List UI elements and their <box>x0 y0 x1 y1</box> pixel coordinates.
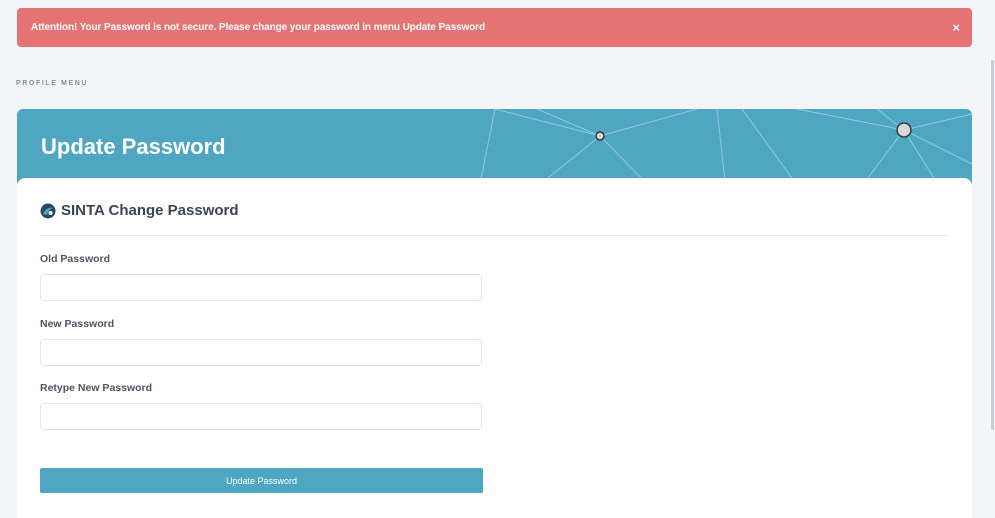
old-password-label: Old Password <box>40 253 111 265</box>
retype-password-field[interactable] <box>40 403 482 430</box>
new-password-field[interactable] <box>40 339 482 366</box>
change-password-card: SINTA Change Password Old Password New P… <box>17 178 972 518</box>
password-alert: Attention! Your Password is not secure. … <box>17 8 972 47</box>
divider <box>40 235 948 236</box>
close-icon[interactable]: × <box>952 20 960 35</box>
alert-message: Attention! Your Password is not secure. … <box>31 22 485 33</box>
page-title: Update Password <box>41 134 226 159</box>
new-password-label: New Password <box>40 318 115 330</box>
retype-password-label: Retype New Password <box>40 382 153 394</box>
old-password-field[interactable] <box>40 274 482 301</box>
section-label: PROFILE MENU <box>16 80 89 87</box>
sinta-logo-icon <box>40 203 56 218</box>
scrollbar[interactable] <box>991 60 994 430</box>
update-password-button[interactable]: Update Password <box>40 468 483 493</box>
card-title: SINTA Change Password <box>61 202 239 219</box>
card-header: SINTA Change Password <box>40 202 239 219</box>
